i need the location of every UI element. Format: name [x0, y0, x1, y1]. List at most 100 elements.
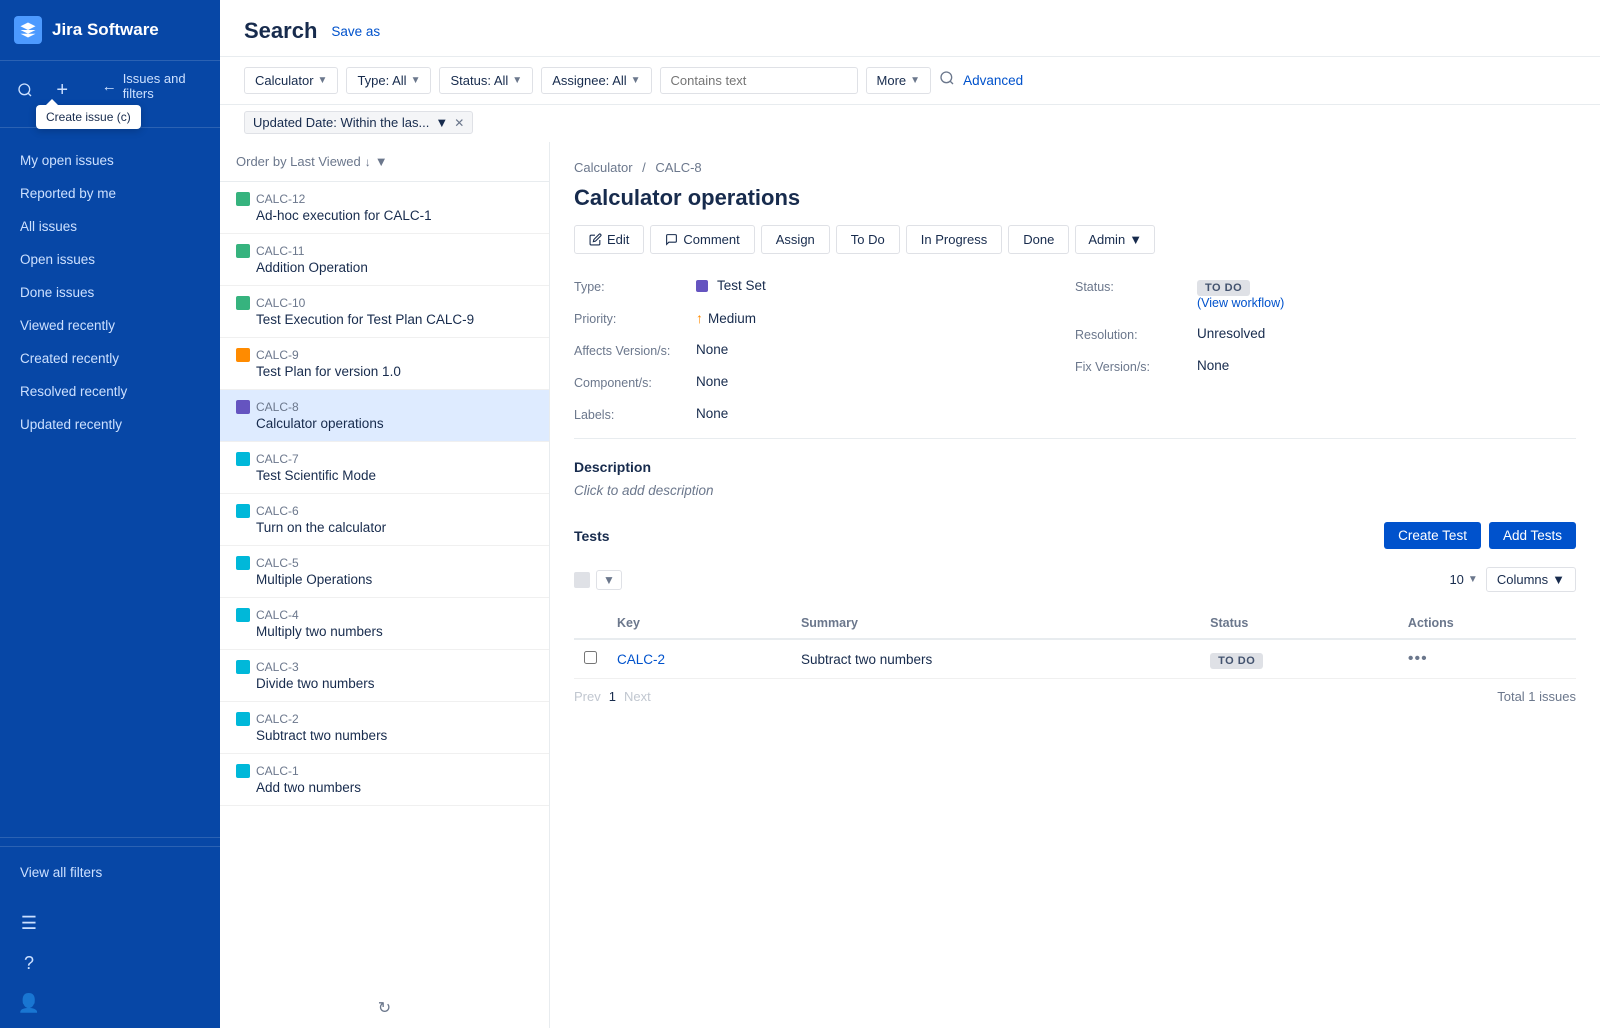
app-logo: [14, 16, 42, 44]
per-page-selector[interactable]: 10 ▼: [1449, 572, 1477, 587]
list-item[interactable]: CALC-11 Addition Operation: [220, 234, 549, 286]
sidebar-item-viewed-recently[interactable]: Viewed recently: [0, 309, 220, 342]
issue-key: CALC-3: [256, 660, 299, 674]
filter-search-button[interactable]: [939, 70, 955, 91]
project-filter-button[interactable]: Calculator ▼: [244, 67, 338, 94]
sidebar-item-created-recently[interactable]: Created recently: [0, 342, 220, 375]
profile-icon[interactable]: 👤: [14, 988, 44, 1018]
sidebar-item-my-open-issues[interactable]: My open issues: [0, 144, 220, 177]
sidebar-item-all-issues[interactable]: All issues: [0, 210, 220, 243]
chevron-down-icon: ▼: [411, 75, 421, 86]
sidebar-item-done-issues[interactable]: Done issues: [0, 276, 220, 309]
sidebar-item-reported-by-me[interactable]: Reported by me: [0, 177, 220, 210]
save-as-button[interactable]: Save as: [331, 24, 380, 39]
issue-key: CALC-7: [256, 452, 299, 466]
create-test-button[interactable]: Create Test: [1384, 522, 1481, 549]
chevron-down-icon: ▼: [375, 154, 388, 169]
search-header: Search Save as: [220, 0, 1600, 57]
issue-summary: Multiple Operations: [236, 572, 533, 587]
chevron-down-icon[interactable]: ▼: [435, 115, 448, 130]
done-button[interactable]: Done: [1008, 225, 1069, 254]
list-item[interactable]: CALC-5 Multiple Operations: [220, 546, 549, 598]
tests-title: Tests: [574, 528, 610, 544]
sidebar-item-open-issues[interactable]: Open issues: [0, 243, 220, 276]
type-label: Type:: [574, 278, 684, 294]
status-filter-button[interactable]: Status: All ▼: [439, 67, 533, 94]
description-placeholder[interactable]: Click to add description: [574, 483, 1576, 498]
chevron-down-icon: ▼: [1129, 232, 1142, 247]
issue-key: CALC-1: [256, 764, 299, 778]
view-all-filters-link[interactable]: View all filters: [14, 861, 206, 884]
list-item[interactable]: CALC-10 Test Execution for Test Plan CAL…: [220, 286, 549, 338]
list-item[interactable]: CALC-4 Multiply two numbers: [220, 598, 549, 650]
col-status: Status: [1200, 608, 1398, 639]
list-item[interactable]: CALC-1 Add two numbers: [220, 754, 549, 806]
search-button[interactable]: [14, 75, 37, 105]
chevron-down-icon: ▼: [318, 75, 328, 86]
select-dropdown-button[interactable]: ▼: [596, 570, 622, 590]
assign-button[interactable]: Assign: [761, 225, 830, 254]
tests-controls-right: 10 ▼ Columns ▼: [1449, 567, 1576, 592]
refresh-icon[interactable]: ↻: [378, 1000, 391, 1017]
prev-page-button[interactable]: Prev: [574, 689, 601, 704]
type-filter-button[interactable]: Type: All ▼: [346, 67, 431, 94]
row-checkbox[interactable]: [584, 651, 597, 664]
labels-value: None: [696, 406, 728, 421]
main-content: Search Save as Calculator ▼ Type: All ▼ …: [220, 0, 1600, 1028]
issue-list-header: Order by Last Viewed ↓ ▼: [220, 142, 549, 182]
select-all-checkbox[interactable]: [574, 572, 590, 588]
test-summary-cell: Subtract two numbers: [791, 639, 1200, 679]
col-summary: Summary: [791, 608, 1200, 639]
more-filter-button[interactable]: More ▼: [866, 67, 932, 94]
issue-summary: Test Execution for Test Plan CALC-9: [236, 312, 533, 327]
in-progress-button[interactable]: In Progress: [906, 225, 1002, 254]
tests-table-body: CALC-2 Subtract two numbers TO DO •••: [574, 639, 1576, 679]
sidebar-divider-2: [0, 837, 220, 838]
list-item[interactable]: CALC-2 Subtract two numbers: [220, 702, 549, 754]
sidebar-item-updated-recently[interactable]: Updated recently: [0, 408, 220, 441]
total-issues-count: Total 1 issues: [1497, 689, 1576, 704]
more-actions-icon[interactable]: •••: [1408, 650, 1428, 667]
list-item[interactable]: CALC-8 Calculator operations: [220, 390, 549, 442]
contains-text-input[interactable]: [660, 67, 858, 94]
sidebar-item-resolved-recently[interactable]: Resolved recently: [0, 375, 220, 408]
test-actions-cell[interactable]: •••: [1398, 639, 1576, 679]
issue-title: Calculator operations: [550, 181, 1600, 225]
next-page-button[interactable]: Next: [624, 689, 651, 704]
resolution-label: Resolution:: [1075, 326, 1185, 342]
issue-key: CALC-10: [256, 296, 305, 310]
order-by-selector[interactable]: Order by Last Viewed ↓ ▼: [236, 154, 533, 169]
to-do-button[interactable]: To Do: [836, 225, 900, 254]
comment-button[interactable]: Comment: [650, 225, 754, 254]
description-section: Description Click to add description: [550, 447, 1600, 510]
assignee-filter-button[interactable]: Assignee: All ▼: [541, 67, 651, 94]
tests-table: Key Summary Status Actions CALC-2: [574, 608, 1576, 679]
add-tests-button[interactable]: Add Tests: [1489, 522, 1576, 549]
sidebar-bottom-icons: ☰ ? 👤: [0, 898, 220, 1028]
test-key-cell[interactable]: CALC-2: [607, 639, 791, 679]
issue-type-icon: [236, 660, 250, 674]
view-workflow-link[interactable]: (View workflow): [1197, 296, 1284, 310]
menu-icon[interactable]: ☰: [14, 908, 44, 938]
issue-summary: Test Scientific Mode: [236, 468, 533, 483]
issue-type-icon: [236, 192, 250, 206]
columns-button[interactable]: Columns ▼: [1486, 567, 1576, 592]
list-item[interactable]: CALC-3 Divide two numbers: [220, 650, 549, 702]
priority-icon: ↑: [696, 310, 703, 326]
pagination: Prev 1 Next: [574, 689, 651, 704]
back-nav[interactable]: ← Issues and filters: [88, 71, 206, 109]
breadcrumb-issue: CALC-8: [655, 160, 701, 175]
help-icon[interactable]: ?: [14, 948, 44, 978]
advanced-button[interactable]: Advanced: [963, 73, 1023, 88]
list-item[interactable]: CALC-7 Test Scientific Mode: [220, 442, 549, 494]
close-filter-icon[interactable]: ✕: [454, 116, 464, 130]
content-area: Order by Last Viewed ↓ ▼ CALC-12 Ad-hoc …: [220, 142, 1600, 1028]
issue-type-icon: [236, 452, 250, 466]
list-item[interactable]: CALC-12 Ad-hoc execution for CALC-1: [220, 182, 549, 234]
admin-button[interactable]: Admin ▼: [1075, 225, 1155, 254]
breadcrumb-project-link[interactable]: Calculator: [574, 160, 633, 175]
list-item[interactable]: CALC-6 Turn on the calculator: [220, 494, 549, 546]
list-item[interactable]: CALC-9 Test Plan for version 1.0: [220, 338, 549, 390]
table-row: CALC-2 Subtract two numbers TO DO •••: [574, 639, 1576, 679]
edit-button[interactable]: Edit: [574, 225, 644, 254]
